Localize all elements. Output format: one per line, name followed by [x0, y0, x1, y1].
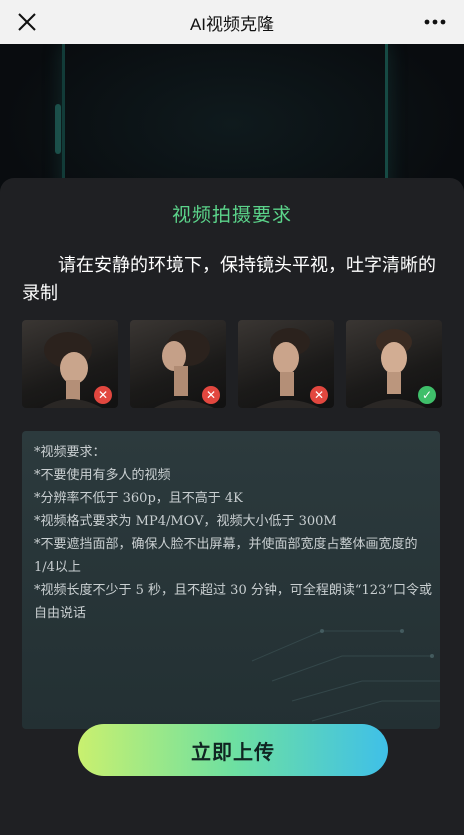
- example-photo-head-down: ✕: [22, 320, 118, 408]
- requirement-item: *视频长度不少于 5 秒，且不超过 30 分钟，可全程朗读“123”口令或自由说…: [34, 583, 432, 621]
- x-icon: ✕: [310, 386, 328, 404]
- requirements-list: *视频要求： *不要使用有多人的视频 *分辨率不低于 360p，且不高于 4K …: [34, 441, 434, 625]
- frame-notch: [55, 104, 61, 154]
- requirement-item: *分辨率不低于 360p，且不高于 4K: [34, 491, 243, 506]
- example-photos: ✕ ✕ ✕ ✓: [22, 320, 442, 410]
- example-photo-front: ✓: [346, 320, 442, 408]
- requirement-item: *不要使用有多人的视频: [34, 468, 171, 483]
- x-icon: ✕: [202, 386, 220, 404]
- page-title: AI视频克隆: [189, 14, 275, 34]
- requirements-sheet: 视频拍摄要求 请在安静的环境下，保持镜头平视，吐字清晰的录制 ✕ ✕ ✕ ✓ *…: [0, 178, 464, 835]
- upload-button[interactable]: 立即上传: [78, 724, 388, 776]
- example-photo-profile: ✕: [130, 320, 226, 408]
- requirement-item: *视频要求：: [34, 445, 106, 460]
- sheet-title: 视频拍摄要求: [171, 204, 292, 226]
- check-icon: ✓: [418, 386, 436, 404]
- top-navbar: AI视频克隆: [0, 0, 464, 44]
- requirement-item: *视频格式要求为 MP4/MOV，视频大小低于 300M: [34, 514, 337, 529]
- example-photo-three-quarter: ✕: [238, 320, 334, 408]
- requirements-box: *视频要求： *不要使用有多人的视频 *分辨率不低于 360p，且不高于 4K …: [22, 431, 440, 729]
- close-icon[interactable]: [14, 9, 40, 35]
- requirement-item: *不要遮挡面部，确保人脸不出屏幕，并使面部宽度占整体画宽度的1/4以上: [34, 537, 418, 575]
- sheet-description: 请在安静的环境下，保持镜头平视，吐字清晰的录制: [22, 255, 436, 304]
- x-icon: ✕: [94, 386, 112, 404]
- more-icon[interactable]: [420, 9, 450, 35]
